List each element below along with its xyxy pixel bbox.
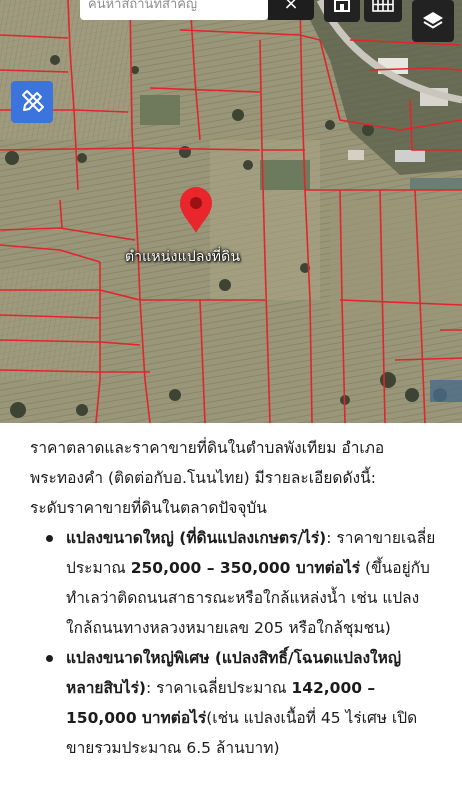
draw-tool-button[interactable] bbox=[11, 81, 53, 123]
section-subheading: ระดับราคาขายที่ดินในตลาดปัจจุบัน bbox=[30, 499, 267, 517]
item-text-before: : ราคาเฉลี่ยประมาณ bbox=[146, 679, 292, 697]
clear-search-button[interactable]: × bbox=[268, 0, 314, 20]
bullet-icon bbox=[46, 535, 53, 542]
search-input[interactable] bbox=[86, 0, 265, 20]
layers-icon bbox=[423, 12, 443, 29]
article-body: ราคาตลาดและราคาขายที่ดินในตำบลพังเทียม อ… bbox=[0, 423, 462, 800]
layers-button[interactable] bbox=[412, 0, 454, 42]
grid-button[interactable] bbox=[364, 0, 402, 22]
price-list: แปลงขนาดใหญ่ (ที่ดินแปลงเกษตร/ไร่) : ราคา… bbox=[30, 523, 436, 763]
location-pin-icon[interactable] bbox=[178, 186, 214, 234]
list-item: แปลงขนาดใหญ่ (ที่ดินแปลงเกษตร/ไร่): ราคา… bbox=[46, 523, 436, 643]
pencil-ruler-icon bbox=[22, 90, 44, 112]
marker-label: ตำแหน่งแปลงที่ดิน bbox=[125, 249, 241, 265]
home-button[interactable] bbox=[324, 0, 360, 22]
map-view[interactable]: × bbox=[0, 0, 462, 423]
satellite-imagery bbox=[0, 0, 462, 423]
list-item: แปลงขนาดใหญ่พิเศษ (แปลงสิทธิ์/โฉนดแปลงให… bbox=[46, 643, 436, 763]
intro-paragraph: ราคาตลาดและราคาขายที่ดินในตำบลพังเทียม อ… bbox=[30, 439, 385, 487]
clear-icon: × bbox=[283, 0, 299, 14]
home-icon bbox=[334, 0, 350, 12]
item-title: แปลงขนาดใหญ่ (ที่ดินแปลงเกษตร/ไร่) bbox=[66, 529, 327, 547]
item-price: 250,000 – 350,000 บาทต่อไร่ bbox=[130, 559, 361, 577]
bullet-icon bbox=[46, 655, 53, 662]
grid-icon bbox=[372, 0, 394, 12]
